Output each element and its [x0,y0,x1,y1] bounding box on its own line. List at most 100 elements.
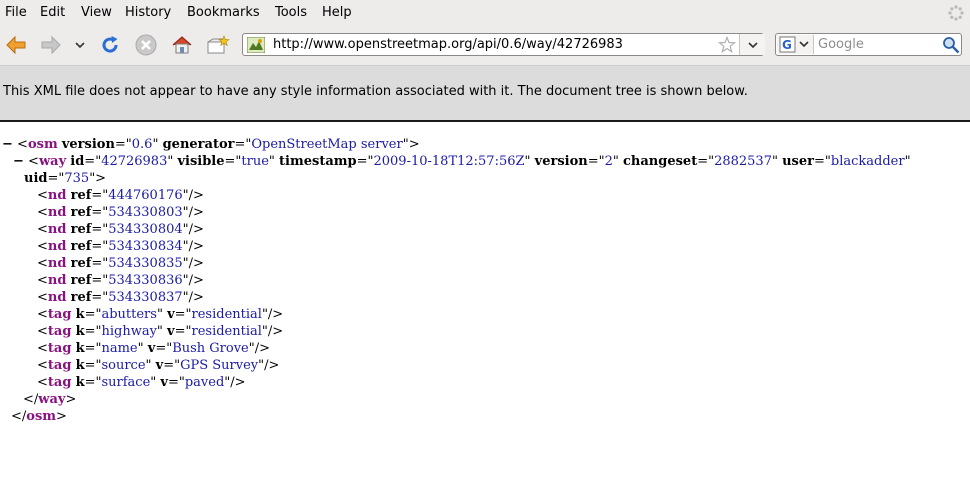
tag-value-value: GPS Survey [180,358,259,373]
nd-ref-attr: ref [70,290,92,305]
google-engine-icon: G [779,36,809,53]
nd-ref-attr: ref [70,188,92,203]
tag-k-attr: k [75,375,85,390]
menu-history[interactable]: History [125,5,171,20]
nd-ref-attr: ref [70,239,92,254]
tag-key-value: name [101,341,138,356]
collapse-way-button[interactable]: − [13,154,24,169]
nd-line: <nd ref="534330836"/> [37,273,204,288]
nd-tag-name: nd [47,205,67,220]
stop-icon [135,34,157,56]
tag-value-value: Bush Grove [172,341,249,356]
osm-close-line: </osm> [11,409,67,424]
way-changeset-value: 2882537 [714,154,772,169]
tag-v-attr: v [160,375,168,390]
tag-line: <tag k="name" v="Bush Grove"/> [37,341,271,356]
nd-ref-value: 534330836 [108,273,183,288]
collapse-osm-button[interactable]: − [2,137,13,152]
nd-ref-value: 534330837 [108,290,183,305]
nd-line: <nd ref="534330804"/> [37,222,204,237]
way-visible-value: true [241,154,269,169]
reload-button[interactable] [98,33,122,57]
back-button[interactable] [4,33,28,57]
menu-bar: File Edit View History Bookmarks Tools H… [0,0,970,25]
way-open-line-continued: uid="735"> [24,171,107,186]
nd-line: <nd ref="534330835"/> [37,256,204,271]
tag-line: <tag k="surface" v="paved"/> [37,375,246,390]
tag-k-attr: k [75,341,85,356]
nd-line: <nd ref="444760176"/> [37,188,204,203]
tag-key-value: highway [101,324,157,339]
nd-ref-value: 444760176 [108,188,183,203]
nd-ref-value: 534330804 [108,222,183,237]
nd-line: <nd ref="534330803"/> [37,205,204,220]
nd-ref-attr: ref [70,222,92,237]
way-id-value: 42726983 [101,154,168,169]
xml-info-bar: This XML file does not appear to have an… [0,66,970,122]
history-dropdown-button[interactable] [69,33,91,57]
tag-key-value: abutters [101,307,157,322]
tag-tag-name: tag [47,375,72,390]
site-favicon-icon [247,37,265,53]
tag-tag-name: tag [47,324,72,339]
nd-ref-attr: ref [70,256,92,271]
osm-open-line: − <osm version="0.6" generator="OpenStre… [2,137,420,152]
tag-line: <tag k="abutters" v="residential"/> [37,307,284,322]
menu-help[interactable]: Help [322,5,352,20]
svg-text:G: G [782,38,792,52]
way-version-value: 2 [604,154,613,169]
way-uid-value: 735 [64,171,90,186]
tag-key-value: surface [101,375,151,390]
url-dropdown-button[interactable] [739,34,765,55]
stop-button[interactable] [134,33,158,57]
nd-tag-name: nd [47,188,67,203]
osm-version-value: 0.6 [131,137,153,152]
throbber-icon [948,5,964,21]
new-bookmark-button[interactable] [206,33,230,57]
reload-icon [102,36,118,53]
nd-tag-name: nd [47,256,67,271]
search-input[interactable]: Google [818,37,864,52]
menu-view[interactable]: View [81,5,112,20]
tag-value-value: residential [191,307,262,322]
bookmark-star-icon[interactable] [718,36,736,54]
osm-close-tag-name: osm [26,409,57,424]
url-bar[interactable]: http://www.openstreetmap.org/api/0.6/way… [242,33,765,56]
navigation-toolbar: http://www.openstreetmap.org/api/0.6/way… [0,25,970,66]
chevron-down-icon [75,42,85,49]
way-user-value: blackadder [830,154,905,169]
search-engine-selector[interactable]: G [777,35,814,54]
nd-tag-name: nd [47,239,67,254]
tag-value-value: residential [191,324,262,339]
xml-info-message: This XML file does not appear to have an… [3,84,748,99]
menu-edit[interactable]: Edit [40,5,65,20]
back-arrow-icon [6,35,26,55]
nd-tag-name: nd [47,222,67,237]
tag-v-attr: v [167,307,175,322]
way-tag-name: way [38,154,67,169]
tag-key-value: source [101,358,146,373]
way-close-tag-name: way [38,392,66,407]
search-bar[interactable]: G Google [775,33,962,56]
tag-tag-name: tag [47,341,72,356]
way-close-line: </way> [23,392,77,407]
way-open-line: − <way id="42726983" visible="true" time… [13,154,911,169]
tag-line: <tag k="highway" v="residential"/> [37,324,284,339]
tag-k-attr: k [75,307,85,322]
nd-ref-value: 534330834 [108,239,183,254]
tag-k-attr: k [75,324,85,339]
url-text[interactable]: http://www.openstreetmap.org/api/0.6/way… [273,37,623,52]
tag-tag-name: tag [47,358,72,373]
tag-tag-name: tag [47,307,72,322]
menu-file[interactable]: File [5,5,27,20]
menu-tools[interactable]: Tools [275,5,307,20]
home-button[interactable] [170,33,194,57]
search-icon[interactable] [942,36,960,54]
forward-button[interactable] [39,33,63,57]
nd-ref-value: 534330803 [108,205,183,220]
nd-line: <nd ref="534330834"/> [37,239,204,254]
nd-ref-attr: ref [70,205,92,220]
nd-line: <nd ref="534330837"/> [37,290,204,305]
menu-bookmarks[interactable]: Bookmarks [187,5,260,20]
osm-generator-value: OpenStreetMap server [251,137,403,152]
